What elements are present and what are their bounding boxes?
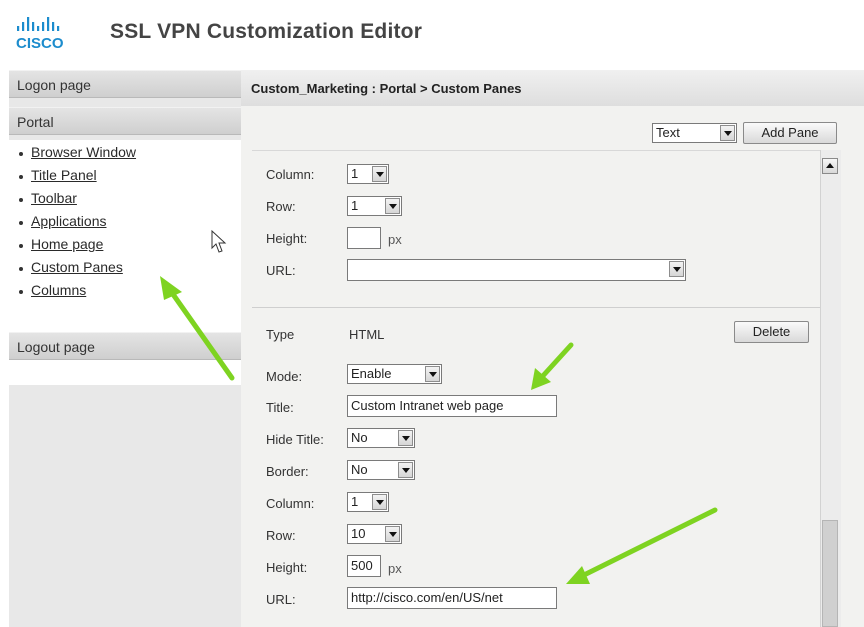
- green-arrow-icon: [566, 507, 718, 584]
- green-arrow-icon: [160, 276, 235, 381]
- mouse-cursor-icon: [211, 229, 227, 253]
- green-arrow-icon: [531, 342, 574, 390]
- annotation-overlay: [160, 229, 718, 584]
